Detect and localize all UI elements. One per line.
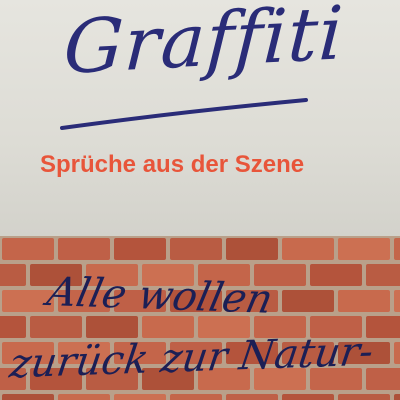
brick — [226, 394, 278, 400]
brick — [310, 264, 362, 286]
brick — [394, 342, 400, 364]
brick — [58, 238, 110, 260]
brick — [366, 368, 400, 390]
cover-title: Graffiti — [61, 0, 346, 91]
book-cover: Graffiti Sprüche aus der Szene Alle woll… — [0, 0, 400, 400]
brick — [30, 316, 82, 338]
brick — [282, 394, 334, 400]
brick — [366, 264, 400, 286]
brick — [282, 290, 334, 312]
brick — [0, 316, 26, 338]
brick — [394, 394, 400, 400]
cover-top-panel: Graffiti Sprüche aus der Szene — [0, 0, 400, 236]
brick — [226, 238, 278, 260]
brick — [338, 394, 390, 400]
brick — [282, 238, 334, 260]
brick — [338, 238, 390, 260]
brick — [58, 394, 110, 400]
graffiti-line-1: Alle wollen — [43, 269, 277, 323]
brick — [2, 394, 54, 400]
brick — [114, 238, 166, 260]
brick — [170, 238, 222, 260]
title-underline — [60, 98, 308, 130]
brick — [394, 290, 400, 312]
brick — [394, 238, 400, 260]
brick — [338, 290, 390, 312]
brick — [86, 316, 138, 338]
cover-subtitle: Sprüche aus der Szene — [40, 151, 305, 178]
brick — [170, 394, 222, 400]
brick — [114, 394, 166, 400]
brick — [0, 264, 26, 286]
brick — [2, 238, 54, 260]
